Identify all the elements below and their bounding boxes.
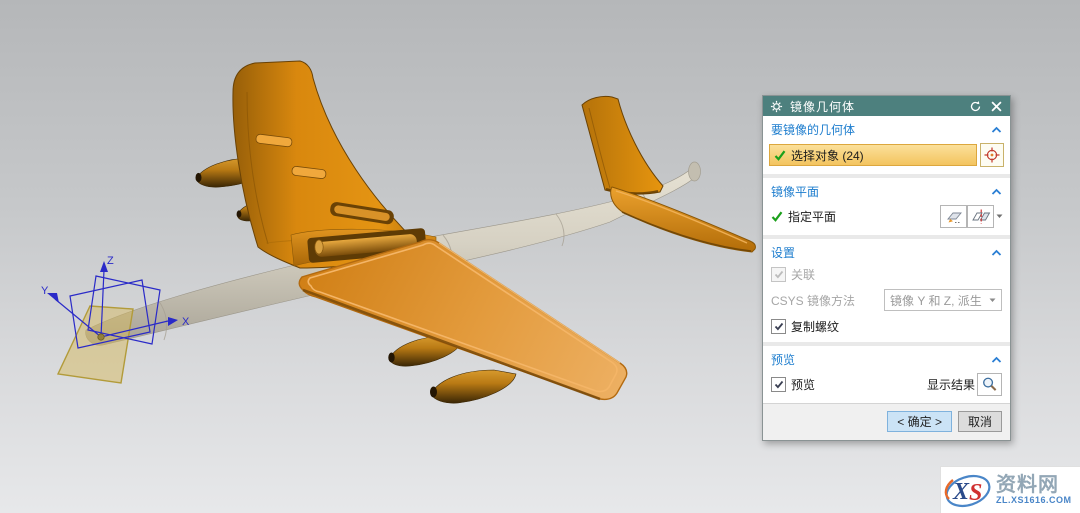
x-axis-label: X [182,316,190,328]
logo-letter-s: S [969,480,982,506]
copy-threads-label: 复制螺纹 [791,318,839,335]
section-title: 设置 [771,244,795,261]
z-axis-label: Z [107,255,114,267]
reset-icon[interactable] [968,99,983,114]
check-icon [774,322,784,331]
csys-origin [98,334,104,340]
dropdown-arrow-icon [996,214,1003,219]
select-object-label: 选择对象 (24) [791,147,864,164]
associative-label: 关联 [791,266,815,283]
section-preview: 预览 预览 显示结果 [763,346,1010,403]
plane-icon [944,208,964,225]
vertical-stabilizer[interactable] [582,96,663,194]
ok-button[interactable]: < 确定 > [887,411,952,432]
check-icon [774,380,784,389]
associative-checkbox [771,267,786,282]
graphics-viewport[interactable]: X Y Z 镜像几何体 要镜像的几何体 选择对象 [0,0,1080,513]
mirror-geometry-dialog: 镜像几何体 要镜像的几何体 选择对象 (24) [762,95,1011,441]
preview-checkbox[interactable] [771,377,786,392]
csys-method-label: CSYS 镜像方法 [771,292,855,309]
chevron-up-icon[interactable] [991,188,1002,196]
csys-method-value: 镜像 Y 和 Z, 派生 [890,292,982,309]
crosshair-icon [983,146,1001,164]
show-result-button[interactable] [977,373,1002,396]
section-header-settings[interactable]: 设置 [763,240,1010,264]
section-title: 要镜像的几何体 [771,121,855,138]
check-icon [774,270,784,279]
plane-dialog-button[interactable] [967,205,994,228]
watermark: X S 资料网 ZL.XS1616.COM [940,466,1080,513]
section-header-preview[interactable]: 预览 [763,347,1010,371]
watermark-logo: X S [943,468,995,512]
dialog-title: 镜像几何体 [790,98,962,115]
cancel-button[interactable]: 取消 [958,411,1002,432]
dialog-footer: < 确定 > 取消 [763,403,1010,440]
preview-label: 预览 [791,376,815,393]
gear-icon [769,99,784,114]
section-mirror-plane: 镜像平面 指定平面 [763,178,1010,235]
section-settings: 设置 关联 CSYS 镜像方法 镜像 Y 和 Z, 派生 复制螺 [763,239,1010,342]
section-geometry-to-mirror: 要镜像的几何体 选择对象 (24) [763,116,1010,174]
check-icon [771,211,783,222]
close-icon[interactable] [989,99,1004,114]
y-axis-label: Y [41,285,49,297]
select-object-row[interactable]: 选择对象 (24) [769,144,977,166]
csys-method-select[interactable]: 镜像 Y 和 Z, 派生 [884,289,1002,311]
inferred-plane-button[interactable] [940,205,967,228]
check-icon [774,150,786,161]
watermark-site-name: 资料网 [996,475,1072,495]
section-title: 预览 [771,351,795,368]
chevron-up-icon[interactable] [991,356,1002,364]
chevron-up-icon[interactable] [991,249,1002,257]
section-header-mirror-plane[interactable]: 镜像平面 [763,179,1010,203]
specify-plane-label: 指定平面 [788,208,836,225]
show-result-label: 显示结果 [927,376,975,393]
mirror-plane-icon [971,208,991,225]
chevron-up-icon[interactable] [991,126,1002,134]
tail-cap [689,162,701,181]
dialog-titlebar[interactable]: 镜像几何体 [763,96,1010,116]
watermark-site-url: ZL.XS1616.COM [996,496,1072,505]
logo-letter-x: X [952,479,970,505]
section-header-geometry[interactable]: 要镜像的几何体 [763,117,1010,141]
copy-threads-checkbox[interactable] [771,319,786,334]
point-selector-button[interactable] [980,143,1004,167]
section-title: 镜像平面 [771,183,819,200]
horizontal-stabilizer[interactable] [611,187,756,252]
dropdown-arrow-icon [989,298,996,303]
magnifier-icon [981,376,998,393]
plane-options-dropdown[interactable] [994,205,1004,228]
